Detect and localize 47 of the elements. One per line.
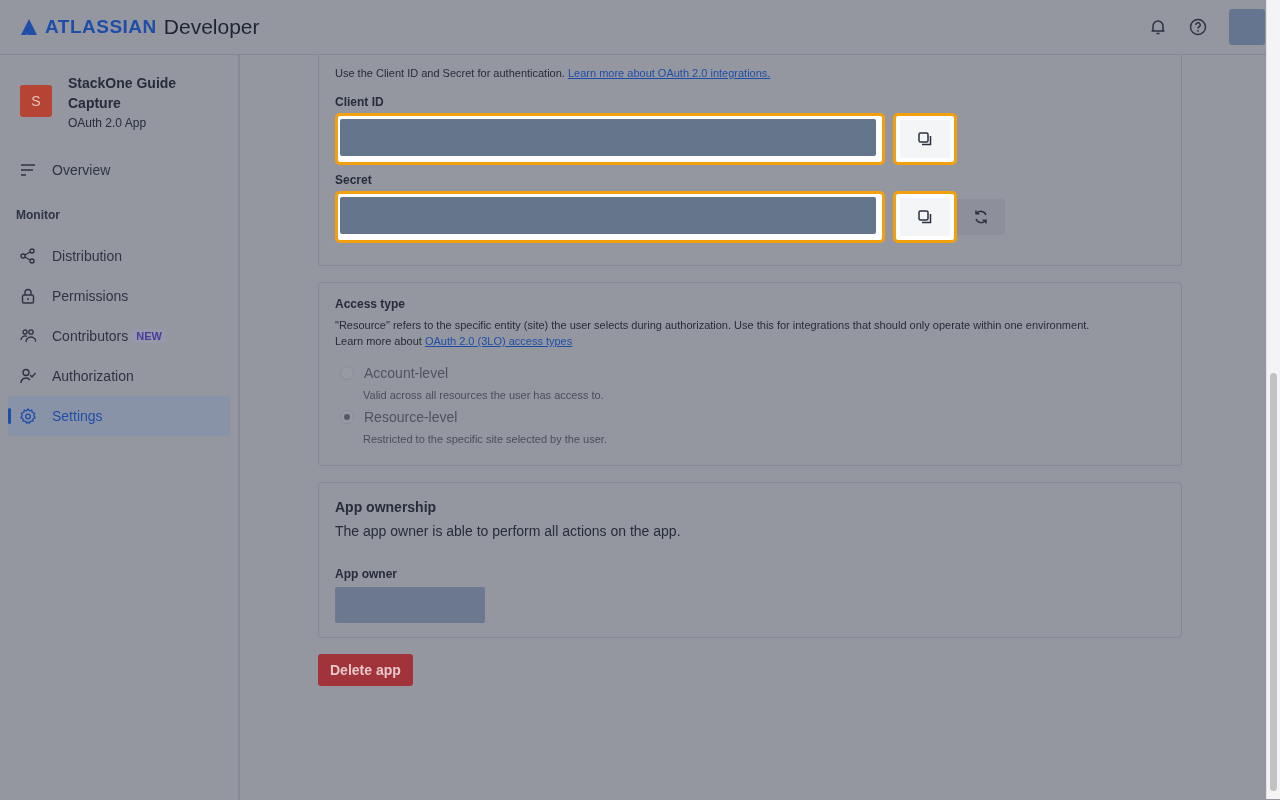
credential-field[interactable] [335,191,885,243]
access-description: "Resource" refers to the specific entity (site) the user selects during authorization. Use this for integrations that should only operate within one environment. [335,318,1091,333]
people-icon [20,328,36,344]
app-type: OAuth 2.0 App [68,116,148,130]
scrollbar-thumb[interactable] [1270,373,1277,791]
nav-heading: Monitor [15,208,61,222]
access-types-link[interactable]: OAuth 2.0 (3LO) access types [424,335,573,347]
nav-item[interactable]: Permissions [8,276,230,316]
nav-item[interactable]: Contributors NEW [8,316,230,356]
field-label: Secret [335,173,373,187]
help-icon[interactable] [1189,18,1207,36]
option-label: Account-level [364,365,449,381]
section-title: App ownership [335,499,438,515]
auth-description: Use the Client ID and Secret for authentication. Learn more about OAuth 2.0 integrations. [335,66,772,81]
app-name: StackOne Guide Capture [68,74,178,113]
nav-item[interactable]: Overview [8,150,230,190]
oauth-link[interactable]: Learn more about OAuth 2.0 integrations. [567,67,771,79]
field-label: Client ID [335,95,385,109]
brand-name: ATLASSIAN [45,16,157,38]
notification-icon[interactable] [1149,18,1167,36]
product-name: Developer [163,15,260,39]
ownership-description: The app owner is able to perform all actions on the app. [335,523,682,539]
option-label: Resource-level [364,409,458,425]
copy-button[interactable] [893,113,957,165]
refresh-button[interactable] [957,199,1005,235]
option-hint: Valid across all resources the user has access to. [363,389,605,401]
credential-field[interactable] [335,113,885,165]
new-badge: NEW [132,329,166,343]
share-icon [20,248,36,264]
settings-icon [20,408,36,424]
lines-icon [20,162,36,178]
atlassian-logo-icon [20,18,38,36]
field-label: App owner [335,567,398,581]
access-link-line: Learn more about OAuth 2.0 (3LO) access types [335,334,574,349]
copy-icon [917,131,933,147]
person-check-icon [20,368,36,384]
app-icon: S [20,85,52,117]
nav-item[interactable]: Settings [8,396,230,436]
copy-icon [917,209,933,225]
section-title: Access type [335,297,407,311]
lock-icon [20,288,36,304]
option-hint: Restricted to the specific site selected by the user. [363,433,608,445]
delete-button[interactable]: Delete app [318,654,413,686]
nav-item[interactable]: Distribution [8,236,230,276]
copy-button[interactable] [893,191,957,243]
nav-item[interactable]: Authorization [8,356,230,396]
refresh-icon [973,209,989,225]
